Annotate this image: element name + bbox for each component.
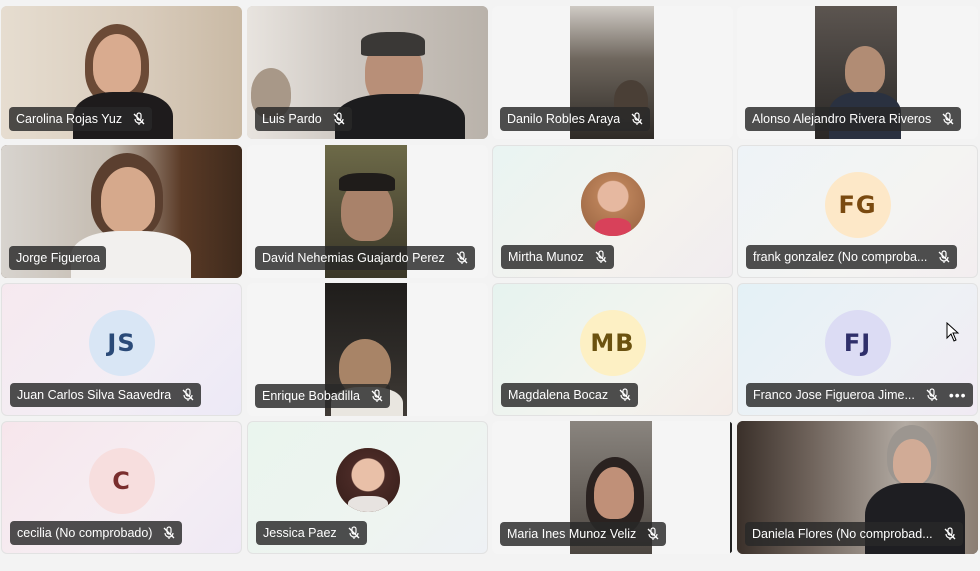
participant-name: Luis Pardo — [262, 112, 322, 126]
participant-name: Jessica Paez — [263, 526, 337, 540]
participant-tile[interactable]: JS Juan Carlos Silva Saavedra — [1, 283, 242, 416]
participant-name: Alonso Alejandro Rivera Riveros — [752, 112, 932, 126]
participant-tile[interactable]: Maria Ines Munoz Veliz — [492, 421, 733, 554]
mic-off-icon — [926, 388, 938, 401]
mic-off-icon — [371, 389, 383, 402]
participant-tile[interactable]: C cecilia (No comprobado) — [1, 421, 242, 554]
mic-off-icon — [942, 112, 954, 125]
mic-off-icon — [619, 388, 631, 401]
participant-label: frank gonzalez (No comproba... — [746, 245, 958, 269]
participant-tile[interactable]: Danilo Robles Araya — [492, 6, 733, 139]
mic-off-icon — [631, 112, 643, 125]
participant-name: frank gonzalez (No comproba... — [753, 250, 928, 264]
participant-tile[interactable]: Mirtha Munoz — [492, 145, 733, 278]
participant-label: Mirtha Munoz — [501, 245, 614, 269]
participant-tile[interactable]: Carolina Rojas Yuz — [1, 6, 242, 139]
participant-tile[interactable]: Jorge Figueroa — [1, 145, 242, 278]
participant-face — [101, 167, 155, 233]
participant-tile[interactable]: Luis Pardo — [247, 6, 488, 139]
participant-hair — [339, 173, 395, 191]
mic-off-icon — [595, 250, 607, 263]
participant-photo — [580, 171, 645, 236]
divider — [730, 421, 732, 554]
participant-label: cecilia (No comprobado) — [10, 521, 183, 545]
participant-tile[interactable]: FG frank gonzalez (No comproba... — [737, 145, 978, 278]
participant-name: Enrique Bobadilla — [262, 389, 360, 403]
participant-initials-avatar: C — [88, 447, 155, 514]
participant-name: Magdalena Bocaz — [508, 388, 609, 402]
participant-initials-avatar: MB — [579, 309, 646, 376]
participant-name: Daniela Flores (No comprobad... — [752, 527, 933, 541]
participant-name: David Nehemias Guajardo Perez — [262, 251, 445, 265]
participant-initials-avatar: JS — [88, 309, 155, 376]
participant-initials-avatar: FJ — [824, 309, 891, 376]
participant-name: cecilia (No comprobado) — [17, 526, 153, 540]
participant-label: Alonso Alejandro Rivera Riveros — [745, 107, 962, 131]
participant-label: Magdalena Bocaz — [501, 383, 639, 407]
participant-cap — [361, 32, 425, 56]
participant-face — [893, 439, 931, 485]
participant-tile[interactable]: David Nehemias Guajardo Perez — [247, 145, 488, 278]
participant-label: Jorge Figueroa — [9, 246, 107, 270]
participant-tile[interactable]: Daniela Flores (No comprobad... — [737, 421, 978, 554]
participant-photo — [335, 447, 400, 512]
participant-label: Danilo Robles Araya — [500, 107, 651, 131]
mic-off-icon — [333, 112, 345, 125]
participant-name: Mirtha Munoz — [508, 250, 584, 264]
participant-label: David Nehemias Guajardo Perez — [255, 246, 475, 270]
participant-initials-avatar: FG — [824, 171, 891, 238]
mic-off-icon — [348, 526, 360, 539]
mic-off-icon — [647, 527, 659, 540]
participant-tile[interactable]: FJ Franco Jose Figueroa Jime... ••• — [737, 283, 978, 416]
participant-label: Franco Jose Figueroa Jime... ••• — [746, 383, 973, 407]
mic-off-icon — [938, 250, 950, 263]
participant-face — [93, 34, 141, 94]
participant-label: Enrique Bobadilla — [255, 384, 390, 408]
more-options-icon[interactable]: ••• — [949, 388, 967, 402]
mic-off-icon — [182, 388, 194, 401]
participant-name: Maria Ines Munoz Veliz — [507, 527, 637, 541]
participant-body — [335, 94, 465, 139]
mic-off-icon — [133, 112, 145, 125]
participant-face — [845, 46, 885, 94]
participant-label: Juan Carlos Silva Saavedra — [10, 383, 202, 407]
participant-name: Carolina Rojas Yuz — [16, 112, 123, 126]
participant-tile[interactable]: Jessica Paez — [247, 421, 488, 554]
participant-label: Daniela Flores (No comprobad... — [745, 522, 963, 546]
mouse-pointer-icon — [946, 322, 960, 342]
participant-name: Danilo Robles Araya — [507, 112, 621, 126]
mic-off-icon — [944, 527, 956, 540]
participant-label: Luis Pardo — [255, 107, 352, 131]
participant-name: Juan Carlos Silva Saavedra — [17, 388, 172, 402]
participant-label: Maria Ines Munoz Veliz — [500, 522, 667, 546]
participant-tile[interactable]: Enrique Bobadilla — [247, 283, 488, 416]
participant-tile[interactable]: MB Magdalena Bocaz — [492, 283, 733, 416]
participant-name: Franco Jose Figueroa Jime... — [753, 388, 915, 402]
participant-tile[interactable]: Alonso Alejandro Rivera Riveros — [737, 6, 978, 139]
mic-off-icon — [456, 251, 468, 264]
participant-label: Carolina Rojas Yuz — [9, 107, 153, 131]
participant-face — [594, 467, 634, 519]
participant-name: Jorge Figueroa — [16, 251, 101, 265]
participant-label: Jessica Paez — [256, 521, 367, 545]
mic-off-icon — [164, 526, 175, 539]
